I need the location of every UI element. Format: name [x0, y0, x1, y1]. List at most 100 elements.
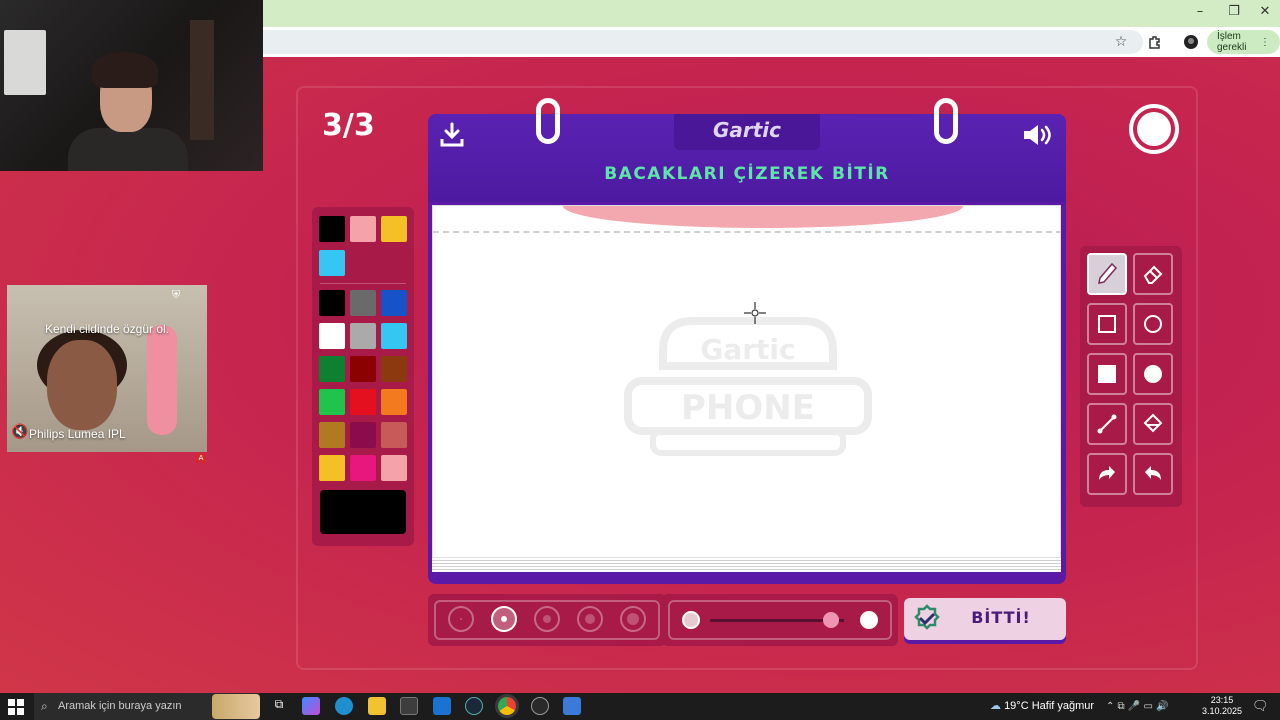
brush-size-option[interactable] — [577, 606, 603, 632]
restore-icon[interactable]: ❐ — [1219, 4, 1249, 19]
task-prompt: BACAKLARI ÇİZEREK BİTİR — [604, 164, 890, 184]
undo-icon[interactable] — [1087, 453, 1127, 495]
fold-line — [433, 231, 1060, 233]
download-icon[interactable] — [440, 122, 464, 148]
rectangle-outline-icon[interactable] — [1087, 303, 1127, 345]
extensions-icon[interactable] — [1145, 32, 1165, 52]
brush-size-panel — [428, 594, 666, 646]
action-required-label: İşlem gerekli — [1217, 31, 1247, 53]
ad-headline: Kendi cildinde özgür ol. — [44, 322, 170, 336]
color-swatch[interactable] — [381, 323, 407, 349]
recent-color-swatch[interactable] — [319, 250, 345, 276]
color-swatch[interactable] — [319, 455, 345, 481]
circle-outline-icon[interactable] — [1133, 303, 1173, 345]
tool-panel — [1080, 246, 1182, 507]
browser-titlebar: – ❐ ✕ — [263, 0, 1280, 27]
timer-icon — [1129, 104, 1179, 154]
bookmark-star-icon[interactable]: ☆ — [1111, 32, 1131, 52]
app-icon[interactable] — [563, 697, 581, 715]
action-required-button[interactable]: İşlem gerekli ⋮ — [1207, 30, 1280, 54]
circle-filled-icon[interactable] — [1133, 353, 1173, 395]
notebook-header: Gartic BACAKLARI ÇİZEREK BİTİR — [428, 114, 1066, 202]
color-swatch[interactable] — [350, 356, 376, 382]
opacity-low-icon — [682, 611, 700, 629]
round-counter: 3/3 — [322, 108, 375, 143]
recent-color-swatch[interactable] — [381, 216, 407, 242]
windows-taskbar: ⌕ Aramak için buraya yazın ⧉ ☁ 19°C Hafi… — [0, 693, 1280, 720]
ad-badge: A — [196, 453, 206, 463]
color-swatch[interactable] — [381, 455, 407, 481]
rectangle-filled-icon[interactable] — [1087, 353, 1127, 395]
done-button[interactable]: BİTTİ! — [904, 598, 1066, 640]
opacity-panel — [662, 594, 898, 646]
color-swatch[interactable] — [350, 323, 376, 349]
brush-size-option[interactable] — [620, 606, 646, 632]
eraser-icon[interactable] — [1133, 253, 1173, 295]
color-swatch[interactable] — [319, 323, 345, 349]
color-swatch[interactable] — [350, 389, 376, 415]
recent-color-swatch[interactable] — [350, 216, 376, 242]
task-view-icon[interactable]: ⧉ — [270, 697, 288, 715]
color-swatch[interactable] — [381, 290, 407, 316]
pencil-icon[interactable] — [1087, 253, 1127, 295]
tray-icons[interactable]: ⌃ ⧉ 🎤 ▭ 🔊 — [1106, 693, 1169, 720]
previous-drawing-stroke — [563, 206, 963, 228]
gartic-logo: Gartic — [712, 118, 782, 142]
weather-text: 19°C Hafif yağmur — [1004, 700, 1095, 712]
color-swatch[interactable] — [381, 389, 407, 415]
file-explorer-icon[interactable] — [368, 697, 386, 715]
clock-date: 3.10.2025 — [1201, 706, 1243, 716]
profile-avatar-icon[interactable] — [1181, 32, 1201, 52]
color-swatch[interactable] — [319, 356, 345, 382]
brand-shield-icon: ⛨ — [172, 288, 181, 301]
webcam-overlay — [0, 0, 263, 171]
opacity-frame — [668, 600, 892, 640]
drawing-canvas[interactable]: Gartic PHONE — [432, 205, 1061, 558]
edge-icon[interactable] — [335, 697, 353, 715]
opacity-high-icon — [860, 611, 878, 629]
clock[interactable]: 23:15 3.10.2025 — [1200, 695, 1244, 717]
palette-divider — [320, 283, 406, 284]
obs-icon[interactable] — [531, 697, 549, 715]
outlook-icon[interactable] — [433, 697, 451, 715]
opacity-slider-knob[interactable] — [822, 612, 839, 628]
color-swatch[interactable] — [319, 290, 345, 316]
drawing-notebook: Gartic BACAKLARI ÇİZEREK BİTİR Gartic PH… — [428, 98, 1066, 584]
color-swatch[interactable] — [350, 455, 376, 481]
color-swatch[interactable] — [381, 356, 407, 382]
gartic-phone-watermark: Gartic PHONE — [624, 317, 872, 456]
chrome-icon[interactable] — [498, 697, 516, 715]
fill-bucket-icon[interactable] — [1133, 403, 1173, 445]
sound-icon[interactable] — [1022, 122, 1054, 148]
line-icon[interactable] — [1087, 403, 1127, 445]
check-badge-icon — [914, 604, 940, 630]
color-swatch[interactable] — [319, 389, 345, 415]
windows-start-icon[interactable] — [8, 699, 24, 715]
more-vert-icon: ⋮ — [1260, 36, 1270, 48]
ad-product: Philips Lumea IPL — [29, 427, 126, 441]
search-highlight-image[interactable] — [212, 694, 260, 719]
color-swatch[interactable] — [319, 422, 345, 448]
brush-size-option[interactable] — [448, 606, 474, 632]
redo-icon[interactable] — [1133, 453, 1173, 495]
minimize-icon[interactable]: – — [1185, 4, 1215, 19]
color-swatch[interactable] — [350, 422, 376, 448]
cloud-rain-icon: ☁ — [990, 700, 1001, 712]
brush-size-option[interactable] — [491, 606, 517, 632]
store-icon[interactable] — [400, 697, 418, 715]
weather-widget[interactable]: ☁ 19°C Hafif yağmur — [990, 693, 1094, 720]
close-window-icon[interactable]: ✕ — [1250, 4, 1280, 19]
brush-size-option[interactable] — [534, 606, 560, 632]
address-field[interactable] — [263, 30, 1143, 54]
copilot-icon[interactable] — [302, 697, 320, 715]
search-icon: ⌕ — [41, 699, 48, 713]
current-color — [320, 490, 406, 534]
color-swatch[interactable] — [381, 422, 407, 448]
color-swatch[interactable] — [350, 290, 376, 316]
recent-color-swatch[interactable] — [319, 216, 345, 242]
browser-toolbar: ☆ İşlem gerekli ⋮ — [263, 27, 1280, 57]
advertisement[interactable]: ⛨ Kendi cildinde özgür ol. 🔇 Philips Lum… — [7, 285, 207, 452]
steam-icon[interactable] — [465, 697, 483, 715]
notebook-ring-left — [536, 98, 560, 144]
notification-icon[interactable]: 🗨 — [1252, 693, 1269, 720]
